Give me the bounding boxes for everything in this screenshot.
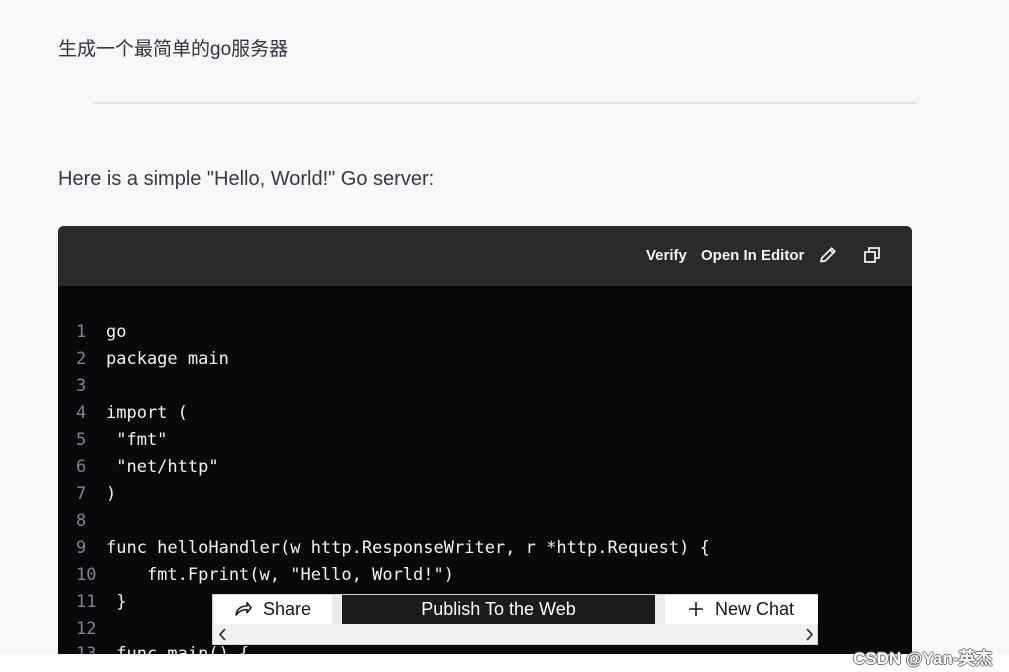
chevron-left-icon[interactable] — [215, 627, 231, 642]
plus-icon — [686, 599, 706, 619]
code-line: 10 fmt.Fprint(w, "Hello, World!") — [58, 562, 912, 589]
code-text: func helloHandler(w http.ResponseWriter,… — [106, 538, 710, 558]
open-in-editor-button[interactable]: Open In Editor — [701, 247, 804, 264]
code-line: 1 go — [58, 319, 912, 346]
watermark: CSDN @Yan-英杰 — [853, 649, 993, 668]
message-divider — [93, 102, 917, 104]
code-text: go — [106, 322, 127, 342]
line-number: 8 — [76, 511, 87, 531]
code-text: package main — [106, 349, 229, 369]
line-number: 10 — [76, 565, 97, 585]
code-block: Verify Open In Editor 1 go 2 package mai… — [58, 226, 912, 654]
horizontal-scrollbar[interactable] — [213, 624, 817, 644]
code-text: "net/http" — [106, 457, 219, 477]
code-line: 6 "net/http" — [58, 454, 912, 481]
code-header: Verify Open In Editor — [58, 226, 912, 286]
copy-icon[interactable] — [861, 244, 883, 266]
share-button[interactable]: Share — [213, 595, 332, 624]
code-text: } — [106, 592, 127, 612]
user-prompt: 生成一个最简单的go服务器 — [58, 39, 289, 60]
new-chat-label: New Chat — [715, 599, 795, 619]
line-number: 1 — [76, 322, 87, 342]
code-line: 7 ) — [58, 481, 912, 508]
line-number: 9 — [76, 538, 87, 558]
floating-toolbar: Share Publish To the Web New Chat — [212, 594, 818, 645]
line-number: 3 — [76, 376, 87, 396]
code-line: 8 — [58, 508, 912, 535]
code-line: 2 package main — [58, 346, 912, 373]
line-number: 12 — [76, 619, 97, 639]
chat-page: 生成一个最简单的go服务器 Here is a simple "Hello, W… — [0, 0, 1009, 654]
code-line: 9 func helloHandler(w http.ResponseWrite… — [58, 535, 912, 562]
code-line: 3 — [58, 373, 912, 400]
chevron-right-icon[interactable] — [801, 627, 817, 642]
line-number: 7 — [76, 484, 87, 504]
line-number: 4 — [76, 403, 87, 423]
line-number: 6 — [76, 457, 87, 477]
share-label: Share — [263, 599, 312, 619]
code-text: "fmt" — [106, 430, 168, 450]
share-icon — [233, 599, 253, 619]
code-text: ) — [106, 484, 117, 504]
verify-button[interactable]: Verify — [646, 247, 687, 264]
line-number: 11 — [76, 592, 97, 612]
code-text: import ( — [106, 403, 188, 423]
line-number: 5 — [76, 430, 87, 450]
code-text: fmt.Fprint(w, "Hello, World!") — [106, 565, 454, 585]
assistant-intro: Here is a simple "Hello, World!" Go serv… — [58, 168, 435, 190]
line-number: 2 — [76, 349, 87, 369]
line-number: 13 — [76, 644, 97, 654]
publish-to-web-button[interactable]: Publish To the Web — [342, 595, 655, 624]
code-line: 4 import ( — [58, 400, 912, 427]
pencil-icon[interactable] — [817, 244, 839, 266]
new-chat-button[interactable]: New Chat — [665, 595, 818, 624]
code-line: 5 "fmt" — [58, 427, 912, 454]
